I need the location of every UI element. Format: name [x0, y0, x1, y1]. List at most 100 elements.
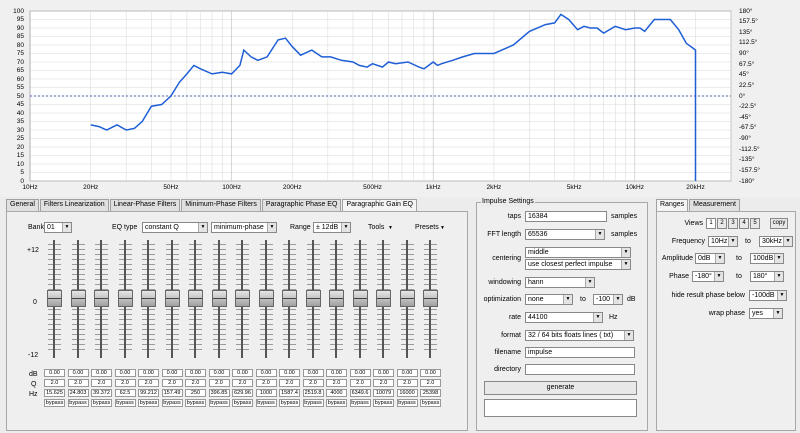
slider-handle[interactable]: [164, 290, 180, 307]
band-frequency-field[interactable]: 99.212: [138, 389, 159, 397]
band-bypass-button[interactable]: bypass: [396, 399, 418, 407]
band-bypass-button[interactable]: bypass: [208, 399, 230, 407]
slider-handle[interactable]: [117, 290, 133, 307]
band-q-field[interactable]: 2.0: [161, 379, 183, 387]
gain-slider[interactable]: [68, 240, 89, 358]
band-gain-field[interactable]: 0.00: [420, 369, 441, 377]
band-bypass-button[interactable]: bypass: [232, 399, 253, 407]
band-gain-field[interactable]: 0.00: [373, 369, 394, 377]
band-q-field[interactable]: 2.0: [349, 379, 371, 387]
band-q-field[interactable]: 2.0: [279, 379, 300, 387]
band-gain-field[interactable]: 0.00: [326, 369, 347, 377]
band-frequency-field[interactable]: 6349.6: [349, 389, 371, 397]
view-button-1[interactable]: 1: [706, 218, 716, 229]
range-select[interactable]: ± 12dB ▼: [313, 222, 351, 233]
band-gain-field[interactable]: 0.00: [185, 369, 206, 377]
ranges-tab-measurement[interactable]: Measurement: [689, 199, 740, 211]
tools-menu[interactable]: Tools: [368, 223, 384, 233]
centering-select[interactable]: middle ▼: [525, 247, 631, 258]
slider-handle[interactable]: [258, 290, 274, 307]
eq-tab-paragraphic-phase-eq[interactable]: Paragraphic Phase EQ: [261, 199, 342, 211]
slider-handle[interactable]: [423, 290, 438, 307]
windowing-select[interactable]: hann ▼: [525, 277, 595, 288]
band-q-field[interactable]: 2.0: [302, 379, 324, 387]
phase-to-select[interactable]: 180° ▼: [750, 271, 784, 282]
band-frequency-field[interactable]: 10079: [373, 389, 394, 397]
generate-button[interactable]: generate: [484, 381, 637, 395]
slider-handle[interactable]: [47, 290, 62, 307]
band-frequency-field[interactable]: 396.85: [208, 389, 230, 397]
band-bypass-button[interactable]: bypass: [279, 399, 300, 407]
slider-handle[interactable]: [282, 290, 297, 307]
band-frequency-field[interactable]: 39.372: [91, 389, 112, 397]
band-frequency-field[interactable]: 62.5: [114, 389, 136, 397]
band-bypass-button[interactable]: bypass: [67, 399, 89, 407]
eq-tab-filters-linearization[interactable]: Filters Linearization: [39, 199, 109, 211]
band-gain-field[interactable]: 0.00: [114, 369, 136, 377]
band-bypass-button[interactable]: bypass: [349, 399, 371, 407]
band-bypass-button[interactable]: bypass: [138, 399, 159, 407]
frequency-from-select[interactable]: 10Hz ▼: [708, 236, 738, 247]
hide-phase-select[interactable]: -100dB ▼: [749, 290, 787, 301]
band-bypass-button[interactable]: bypass: [373, 399, 394, 407]
band-frequency-field[interactable]: 15.625: [44, 389, 65, 397]
band-gain-field[interactable]: 0.00: [349, 369, 371, 377]
band-gain-field[interactable]: 0.00: [138, 369, 159, 377]
band-q-field[interactable]: 2.0: [255, 379, 277, 387]
gain-slider[interactable]: [209, 240, 230, 358]
slider-handle[interactable]: [94, 290, 109, 307]
amplitude-from-select[interactable]: 0dB ▼: [695, 253, 725, 264]
eq-tab-general[interactable]: General: [6, 199, 39, 211]
view-button-3[interactable]: 3: [728, 218, 738, 229]
band-gain-field[interactable]: 0.00: [67, 369, 89, 377]
eq-phase-select[interactable]: minimum-phase ▼: [211, 222, 277, 233]
slider-handle[interactable]: [141, 290, 156, 307]
band-gain-field[interactable]: 0.00: [232, 369, 253, 377]
band-frequency-field[interactable]: 25398: [420, 389, 441, 397]
gain-slider[interactable]: [256, 240, 277, 358]
band-frequency-field[interactable]: 1587.4: [279, 389, 300, 397]
frequency-to-select[interactable]: 30kHz ▼: [759, 236, 793, 247]
view-button-2[interactable]: 2: [717, 218, 727, 229]
band-frequency-field[interactable]: 629.96: [232, 389, 253, 397]
band-bypass-button[interactable]: bypass: [302, 399, 324, 407]
gain-slider[interactable]: [115, 240, 136, 358]
band-gain-field[interactable]: 0.00: [279, 369, 300, 377]
gain-slider[interactable]: [185, 240, 206, 358]
band-q-field[interactable]: 2.0: [396, 379, 418, 387]
band-bypass-button[interactable]: bypass: [44, 399, 65, 407]
band-frequency-field[interactable]: 1000: [255, 389, 277, 397]
gain-slider[interactable]: [232, 240, 253, 358]
gain-slider[interactable]: [279, 240, 300, 358]
slider-handle[interactable]: [329, 290, 344, 307]
band-bypass-button[interactable]: bypass: [255, 399, 277, 407]
band-q-field[interactable]: 2.0: [91, 379, 112, 387]
rate-select[interactable]: 44100 ▼: [525, 312, 603, 323]
eq-type-select[interactable]: constant Q ▼: [142, 222, 208, 233]
band-q-field[interactable]: 2.0: [114, 379, 136, 387]
gain-slider[interactable]: [350, 240, 371, 358]
filename-input[interactable]: impulse: [525, 347, 635, 358]
band-frequency-field[interactable]: 250: [185, 389, 206, 397]
eq-tab-minimum-phase-filters[interactable]: Minimum-Phase Filters: [181, 199, 261, 211]
slider-handle[interactable]: [188, 290, 203, 307]
slider-handle[interactable]: [305, 290, 321, 307]
optimization-db-select[interactable]: -100 ▼: [593, 294, 623, 305]
band-q-field[interactable]: 2.0: [208, 379, 230, 387]
band-bypass-button[interactable]: bypass: [91, 399, 112, 407]
gain-slider[interactable]: [373, 240, 394, 358]
band-q-field[interactable]: 2.0: [373, 379, 394, 387]
band-bypass-button[interactable]: bypass: [185, 399, 206, 407]
band-frequency-field[interactable]: 157.49: [161, 389, 183, 397]
eq-tab-linear-phase-filters[interactable]: Linear-Phase Filters: [109, 199, 181, 211]
copy-view-button[interactable]: copy: [770, 218, 788, 229]
band-gain-field[interactable]: 0.00: [161, 369, 183, 377]
band-q-field[interactable]: 2.0: [67, 379, 89, 387]
band-bypass-button[interactable]: bypass: [161, 399, 183, 407]
band-q-field[interactable]: 2.0: [44, 379, 65, 387]
band-q-field[interactable]: 2.0: [420, 379, 441, 387]
wrap-phase-select[interactable]: yes ▼: [749, 308, 783, 319]
slider-handle[interactable]: [352, 290, 368, 307]
slider-handle[interactable]: [211, 290, 227, 307]
slider-handle[interactable]: [70, 290, 86, 307]
